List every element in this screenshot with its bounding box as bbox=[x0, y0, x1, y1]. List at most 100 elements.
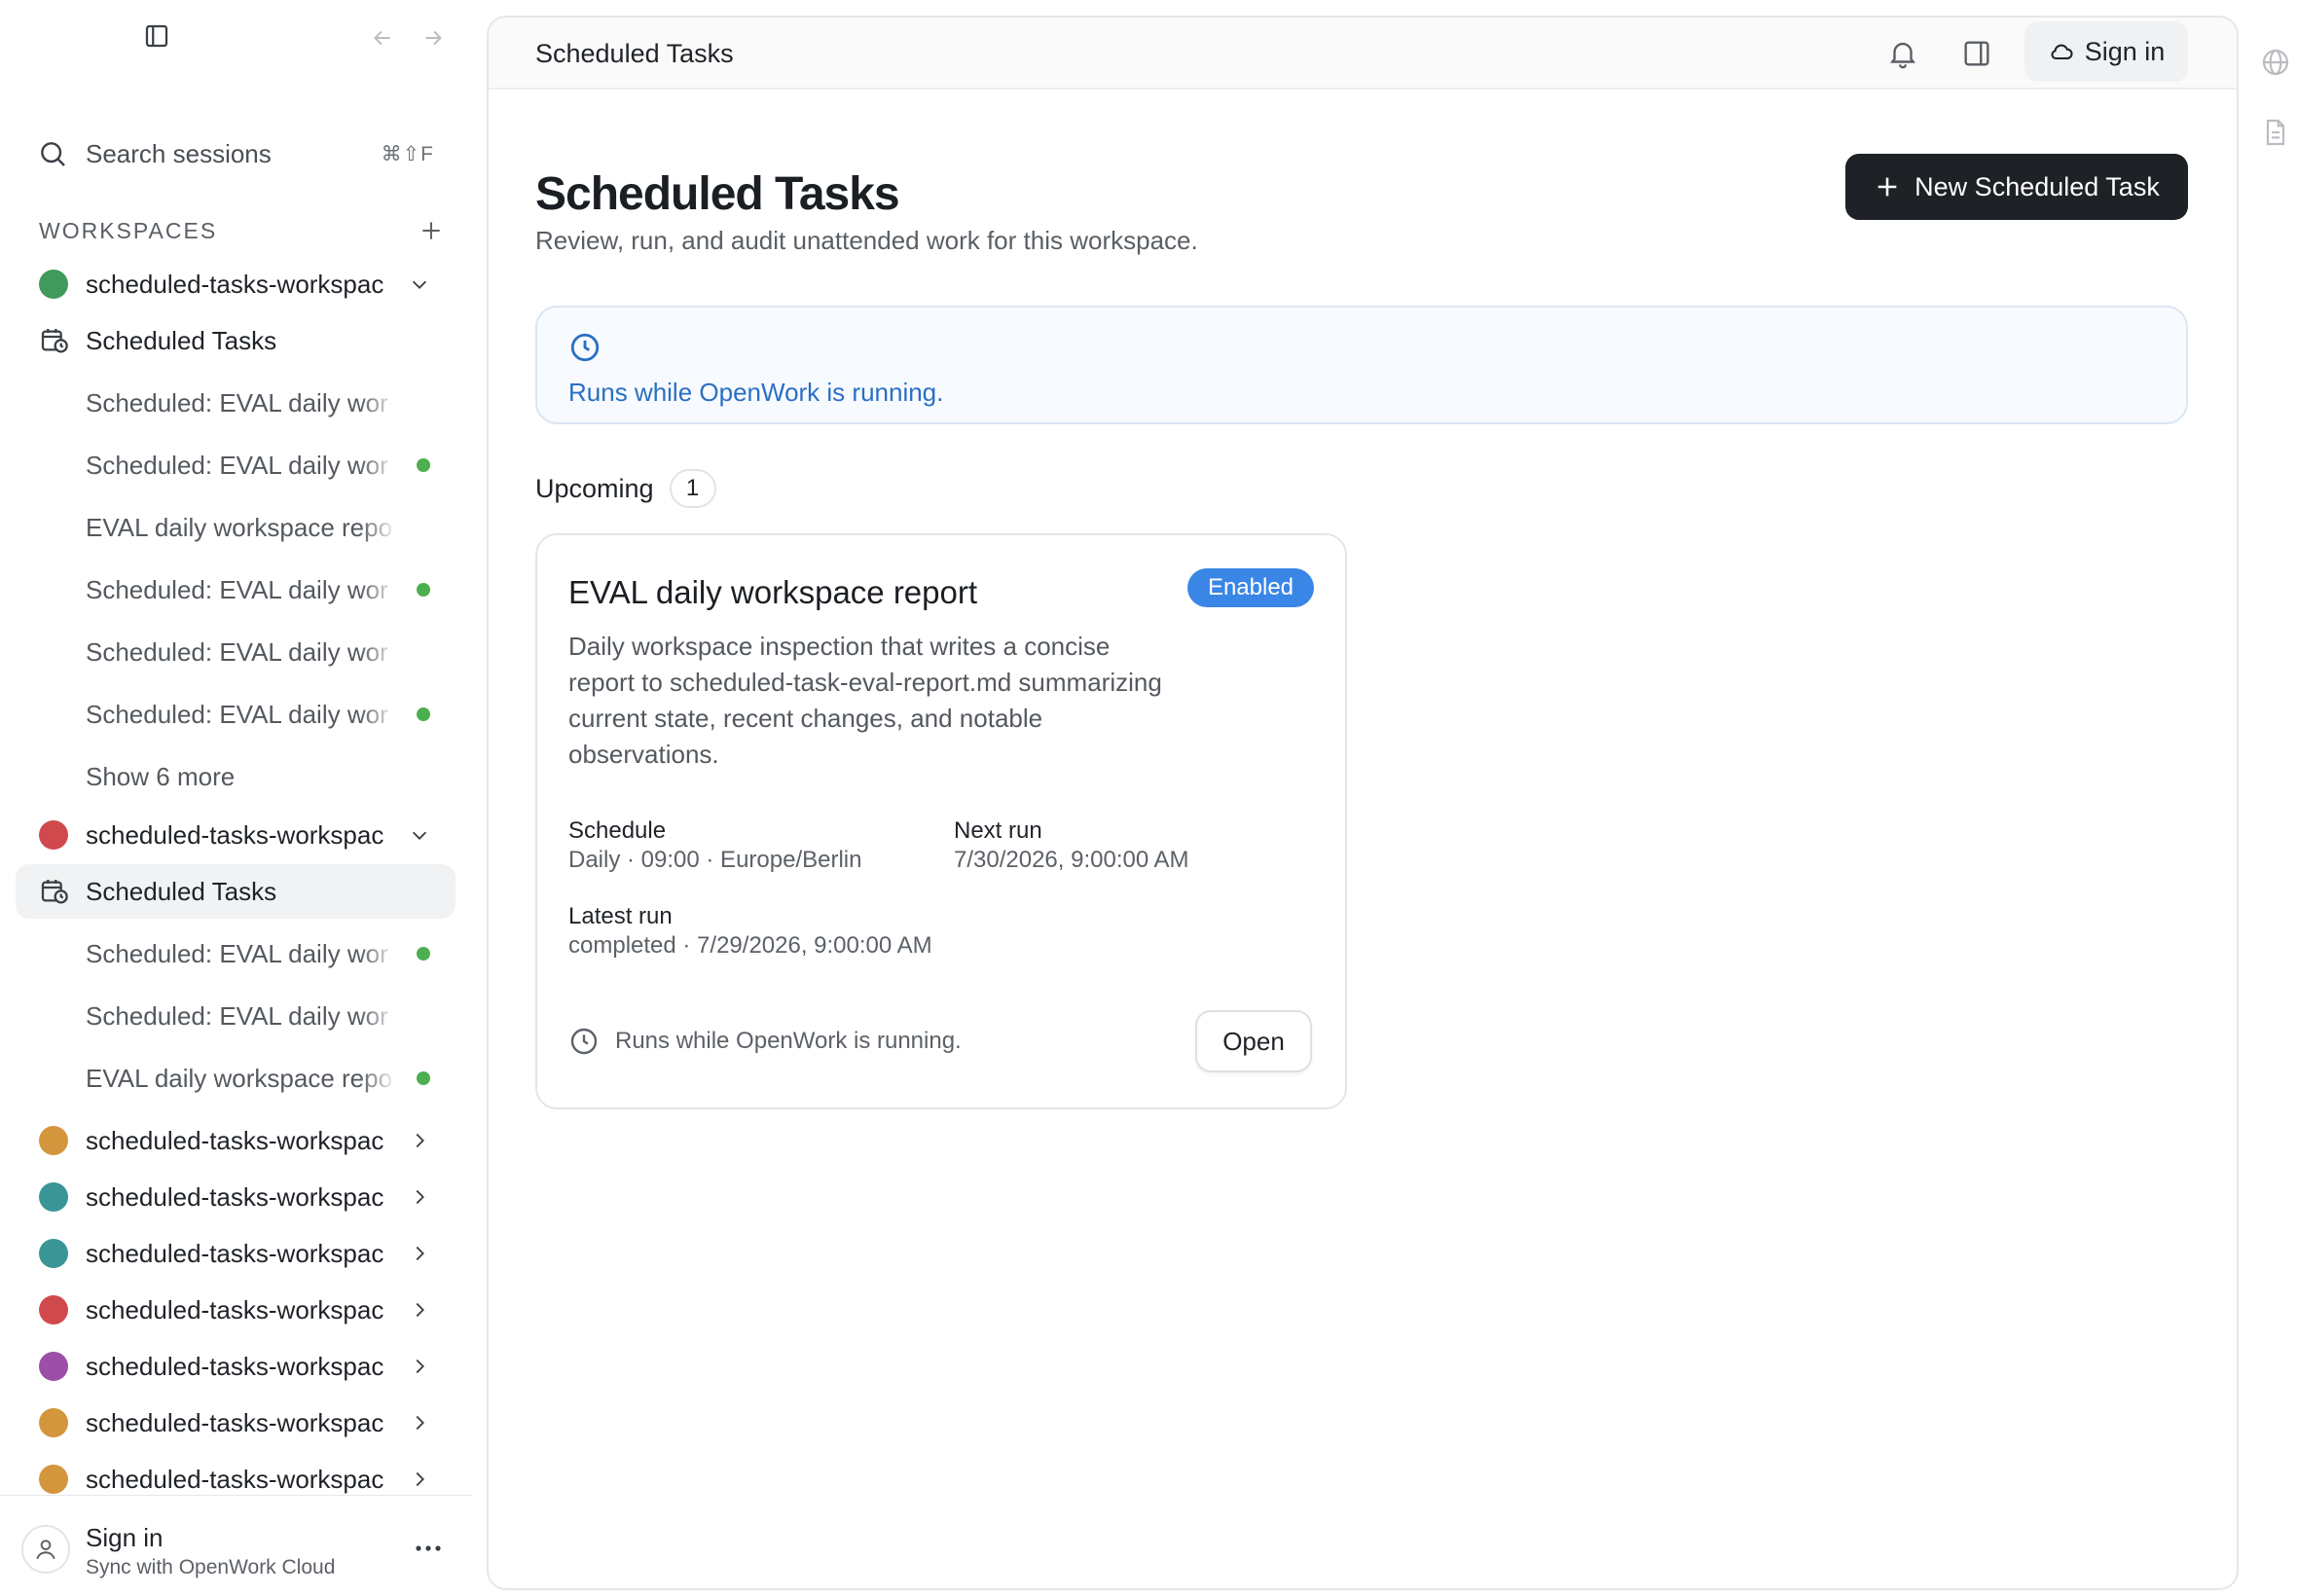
session-item[interactable]: Scheduled: EVAL daily wor bbox=[86, 926, 436, 981]
sidebar: Search sessions ⌘⇧F WORKSPACES scheduled… bbox=[0, 0, 471, 1596]
scheduled-tasks-link-active[interactable]: Scheduled Tasks bbox=[16, 864, 456, 919]
chevron-right-icon[interactable] bbox=[409, 1412, 430, 1433]
workspace-item[interactable]: scheduled-tasks-workspac bbox=[16, 808, 456, 862]
workspace-item[interactable]: scheduled-tasks-workspac bbox=[16, 1339, 456, 1394]
session-status-dot bbox=[417, 583, 430, 597]
session-item[interactable]: Scheduled: EVAL daily wor bbox=[86, 438, 436, 492]
workspace-name: scheduled-tasks-workspac bbox=[86, 1125, 384, 1155]
search-label: Search sessions bbox=[86, 138, 272, 168]
open-button[interactable]: Open bbox=[1195, 1010, 1312, 1072]
document-icon[interactable] bbox=[2260, 117, 2291, 148]
chevron-right-icon[interactable] bbox=[409, 1356, 430, 1377]
scheduled-tasks-label: Scheduled Tasks bbox=[86, 325, 277, 355]
scheduled-tasks-label: Scheduled Tasks bbox=[86, 876, 277, 906]
next-run-label: Next run bbox=[954, 817, 1042, 844]
workspace-color-dot bbox=[39, 1295, 68, 1324]
panel-right-icon[interactable] bbox=[1960, 37, 1993, 70]
page-title: Scheduled Tasks bbox=[535, 168, 900, 220]
task-card: EVAL daily workspace report Enabled Dail… bbox=[535, 533, 1347, 1109]
session-status-dot bbox=[417, 458, 430, 472]
workspace-name: scheduled-tasks-workspac bbox=[86, 1407, 384, 1437]
session-status-dot bbox=[417, 707, 430, 721]
workspaces-title: WORKSPACES bbox=[39, 217, 218, 243]
latest-run-value: completed · 7/29/2026, 9:00:00 AM bbox=[568, 932, 932, 959]
chevron-down-icon[interactable] bbox=[409, 824, 430, 846]
new-scheduled-task-button[interactable]: New Scheduled Task bbox=[1845, 154, 2188, 220]
footer-signin-label[interactable]: Sign in bbox=[86, 1523, 164, 1553]
task-title: EVAL daily workspace report bbox=[568, 574, 978, 610]
show-more-label: Show 6 more bbox=[86, 761, 236, 791]
topbar-title: Scheduled Tasks bbox=[535, 39, 734, 68]
workspace-item[interactable]: scheduled-tasks-workspac bbox=[16, 1396, 456, 1450]
bell-icon[interactable] bbox=[1886, 37, 1919, 70]
arrow-right-icon[interactable] bbox=[420, 25, 446, 51]
new-scheduled-task-label: New Scheduled Task bbox=[1914, 171, 2160, 201]
workspace-name: scheduled-tasks-workspac bbox=[86, 1181, 384, 1212]
add-workspace-icon[interactable] bbox=[419, 218, 444, 243]
scheduled-tasks-link[interactable]: Scheduled Tasks bbox=[16, 313, 456, 368]
workspaces-header: WORKSPACES bbox=[39, 216, 444, 245]
workspace-item[interactable]: scheduled-tasks-workspac bbox=[16, 257, 456, 311]
status-badge: Enabled bbox=[1187, 568, 1314, 607]
session-item[interactable]: Scheduled: EVAL daily wor bbox=[86, 687, 436, 742]
chevron-right-icon[interactable] bbox=[409, 1186, 430, 1208]
workspace-item[interactable]: scheduled-tasks-workspac bbox=[16, 1170, 456, 1224]
session-item[interactable]: Scheduled: EVAL daily wor bbox=[86, 376, 436, 430]
avatar[interactable] bbox=[21, 1525, 70, 1574]
chevron-right-icon[interactable] bbox=[409, 1130, 430, 1151]
search-sessions[interactable]: Search sessions ⌘⇧F bbox=[37, 134, 434, 173]
workspace-color-dot bbox=[39, 1465, 68, 1494]
session-label: EVAL daily workspace repo bbox=[86, 512, 393, 542]
workspace-name: scheduled-tasks-workspac bbox=[86, 1238, 384, 1268]
session-item[interactable]: Scheduled: EVAL daily wor bbox=[86, 562, 436, 617]
show-more-link[interactable]: Show 6 more bbox=[86, 749, 436, 804]
user-icon bbox=[36, 1540, 55, 1560]
schedule-value: Daily · 09:00 · Europe/Berlin bbox=[568, 847, 862, 873]
session-label: Scheduled: EVAL daily wor bbox=[86, 450, 388, 480]
calendar-clock-icon bbox=[41, 329, 68, 353]
workspace-color-dot bbox=[39, 1126, 68, 1155]
topbar: Scheduled Tasks Sign in bbox=[489, 18, 2237, 90]
chevron-right-icon[interactable] bbox=[409, 1469, 430, 1490]
session-label: Scheduled: EVAL daily wor bbox=[86, 387, 388, 417]
workspace-name: scheduled-tasks-workspac bbox=[86, 1351, 384, 1381]
workspace-color-dot bbox=[39, 1352, 68, 1381]
workspace-item[interactable]: scheduled-tasks-workspac bbox=[16, 1283, 456, 1337]
session-label: Scheduled: EVAL daily wor bbox=[86, 1000, 388, 1031]
chevron-right-icon[interactable] bbox=[409, 1299, 430, 1321]
more-horizontal-icon[interactable] bbox=[413, 1539, 444, 1558]
session-item[interactable]: Scheduled: EVAL daily wor bbox=[86, 625, 436, 679]
workspace-item[interactable]: scheduled-tasks-workspac bbox=[16, 1226, 456, 1281]
workspace-name: scheduled-tasks-workspac bbox=[86, 1294, 384, 1324]
sidebar-toolbar bbox=[0, 21, 471, 53]
session-item[interactable]: EVAL daily workspace repo bbox=[86, 500, 436, 555]
session-label: Scheduled: EVAL daily wor bbox=[86, 938, 388, 968]
session-item[interactable]: EVAL daily workspace repo bbox=[86, 1051, 436, 1106]
workspace-color-dot bbox=[39, 1408, 68, 1437]
chevron-right-icon[interactable] bbox=[409, 1243, 430, 1264]
clock-icon bbox=[570, 1028, 598, 1055]
signin-button[interactable]: Sign in bbox=[2024, 21, 2188, 82]
globe-icon[interactable] bbox=[2260, 47, 2291, 78]
clock-icon bbox=[570, 333, 600, 362]
session-label: Scheduled: EVAL daily wor bbox=[86, 636, 388, 667]
info-banner: Runs while OpenWork is running. bbox=[535, 306, 2188, 424]
upcoming-count-badge: 1 bbox=[669, 469, 716, 508]
sidebar-toggle-icon[interactable] bbox=[142, 21, 171, 51]
workspace-color-dot bbox=[39, 820, 68, 850]
main-panel: Scheduled Tasks Sign in Scheduled Tasks … bbox=[487, 16, 2239, 1590]
arrow-left-icon[interactable] bbox=[370, 25, 395, 51]
page-subtitle: Review, run, and audit unattended work f… bbox=[535, 226, 1198, 255]
session-status-dot bbox=[417, 1071, 430, 1085]
latest-run-label: Latest run bbox=[568, 903, 673, 929]
workspace-item[interactable]: scheduled-tasks-workspac bbox=[16, 1113, 456, 1168]
chevron-down-icon[interactable] bbox=[409, 273, 430, 295]
sidebar-footer[interactable]: Sign in Sync with OpenWork Cloud bbox=[0, 1495, 471, 1596]
workspace-color-dot bbox=[39, 1182, 68, 1212]
upcoming-header: Upcoming 1 bbox=[535, 469, 716, 508]
search-shortcut: ⌘⇧F bbox=[381, 142, 434, 165]
workspace-name: scheduled-tasks-workspac bbox=[86, 819, 384, 850]
search-icon bbox=[41, 142, 65, 166]
session-item[interactable]: Scheduled: EVAL daily wor bbox=[86, 989, 436, 1043]
workspace-color-dot bbox=[39, 270, 68, 299]
